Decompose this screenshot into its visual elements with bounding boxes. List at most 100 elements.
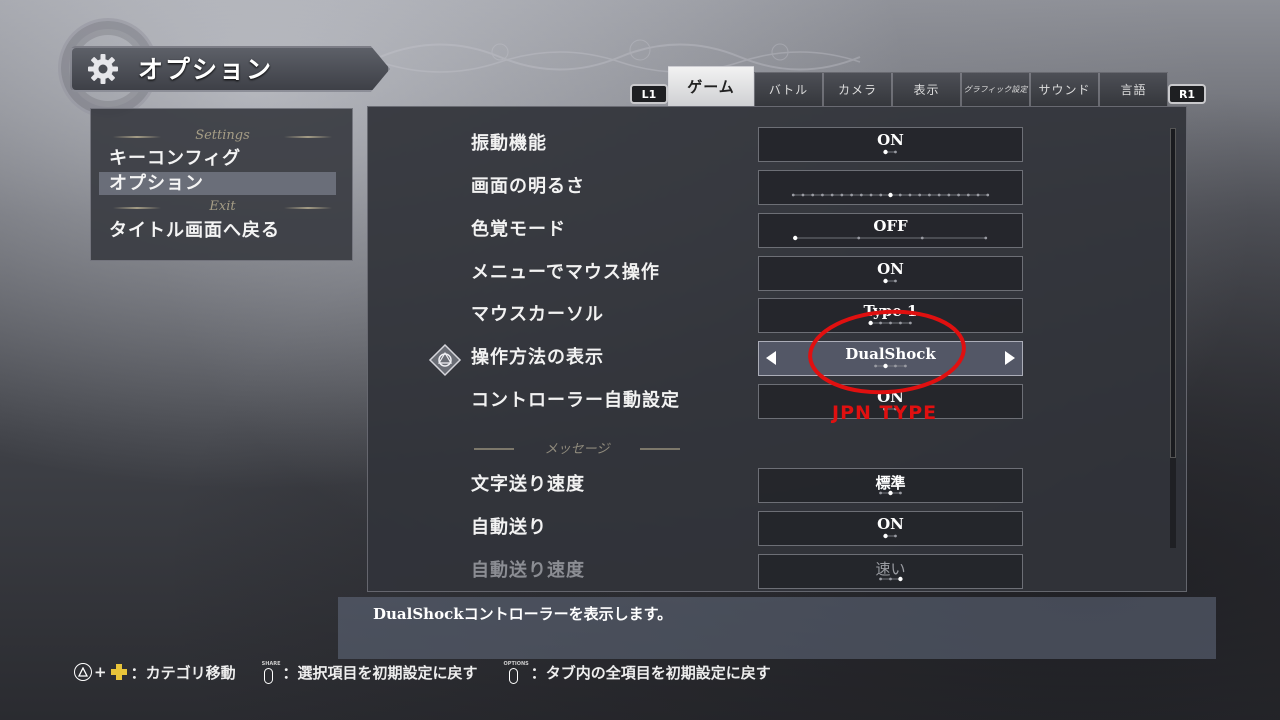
auto-advance-speed-position-indicator bbox=[879, 576, 903, 582]
options-button-icon: OPTIONS bbox=[504, 661, 529, 684]
annotation-label: JPN TYPE bbox=[832, 402, 938, 424]
page-title: オプション bbox=[138, 55, 274, 84]
menu-mouse-control-position-indicator bbox=[883, 278, 897, 284]
vibration-label: 振動機能 bbox=[471, 133, 547, 154]
vibration-dot bbox=[894, 150, 897, 154]
auto-advance-selector[interactable]: ON bbox=[758, 511, 1023, 546]
menu-mouse-control-label: メニューでマウス操作 bbox=[471, 262, 660, 283]
settings-header: Settings bbox=[91, 128, 354, 143]
text-speed-label: 文字送り速度 bbox=[471, 474, 585, 495]
menu-mouse-control-dot bbox=[894, 279, 897, 283]
brightness-dot bbox=[821, 193, 824, 197]
menu-item-options[interactable]: オプション bbox=[99, 172, 336, 195]
auto-advance-dot bbox=[894, 534, 897, 538]
brightness-dot bbox=[957, 193, 960, 197]
scrollbar-thumb[interactable] bbox=[1170, 128, 1176, 458]
hint-reset-tab-text: ：タブ内の全項目を初期設定に戻す bbox=[530, 663, 771, 682]
color-vision-mode-dot bbox=[984, 236, 988, 240]
tab-sound[interactable]: サウンド bbox=[1030, 72, 1099, 106]
brightness-dot bbox=[830, 193, 834, 197]
auto-advance-position-indicator bbox=[883, 533, 897, 539]
brightness-dot bbox=[840, 193, 844, 197]
auto-advance-speed-dot bbox=[889, 577, 892, 581]
vibration-dot bbox=[883, 149, 888, 155]
menu-mouse-control-value: ON bbox=[877, 260, 904, 278]
red-annotation-circle bbox=[808, 309, 966, 395]
vibration-selector[interactable]: ON bbox=[758, 127, 1023, 162]
category-tabs: ゲーム バトル カメラ 表示 グラフィック設定 サウンド 言語 bbox=[668, 66, 1168, 106]
left-menu: Settings キーコンフィグ オプション Exit タイトル画面へ戻る bbox=[90, 108, 353, 261]
tab-language[interactable]: 言語 bbox=[1099, 72, 1168, 106]
text-speed-dot bbox=[888, 490, 893, 496]
right-arrow-icon[interactable] bbox=[1005, 351, 1015, 365]
brightness-dot bbox=[966, 193, 970, 197]
r1-button-hint[interactable]: R1 bbox=[1168, 84, 1206, 104]
plus-sign: + bbox=[94, 663, 107, 681]
hint-category-move-text: ：カテゴリ移動 bbox=[130, 663, 236, 682]
tab-battle[interactable]: バトル bbox=[754, 72, 823, 106]
auto-advance-value: ON bbox=[877, 515, 904, 533]
brightness-dot bbox=[869, 193, 873, 197]
auto-advance-speed-dot bbox=[879, 577, 882, 581]
dpad-icon bbox=[110, 664, 127, 680]
brightness-dot bbox=[850, 193, 853, 197]
brightness-dot bbox=[811, 193, 815, 197]
text-speed-dot bbox=[899, 491, 902, 495]
left-arrow-icon[interactable] bbox=[766, 351, 776, 365]
selection-cursor-icon bbox=[428, 343, 462, 377]
description-text: DualShockコントローラーを表示します。 bbox=[373, 605, 673, 623]
text-speed-position-indicator bbox=[879, 490, 902, 496]
brightness-dot bbox=[976, 193, 980, 197]
message-section-header: メッセージ bbox=[472, 438, 682, 458]
hint-reset-tab: OPTIONS ：タブ内の全項目を初期設定に戻す bbox=[504, 661, 771, 684]
brightness-dot bbox=[908, 193, 912, 197]
auto-advance-speed-dot bbox=[898, 576, 903, 582]
color-vision-mode-dot bbox=[793, 235, 798, 241]
brightness-dot bbox=[986, 193, 990, 197]
hint-reset-selected-text: ：選択項目を初期設定に戻す bbox=[282, 663, 478, 682]
color-vision-mode-value: OFF bbox=[873, 217, 908, 235]
brightness-dot bbox=[937, 193, 941, 197]
brightness-selector[interactable] bbox=[758, 170, 1023, 205]
brightness-dot bbox=[947, 193, 951, 197]
brightness-dot bbox=[879, 193, 883, 197]
share-button-icon: SHARE bbox=[262, 661, 281, 684]
tab-graphics[interactable]: グラフィック設定 bbox=[961, 72, 1030, 106]
brightness-dot bbox=[859, 193, 863, 197]
mouse-cursor-label: マウスカーソル bbox=[471, 304, 604, 325]
brightness-label: 画面の明るさ bbox=[471, 176, 585, 197]
color-vision-mode-label: 色覚モード bbox=[471, 219, 566, 240]
brightness-dot bbox=[928, 193, 931, 197]
control-display-label: 操作方法の表示 bbox=[471, 347, 604, 368]
menu-item-key-config[interactable]: キーコンフィグ bbox=[99, 147, 336, 170]
color-vision-mode-dot bbox=[920, 236, 924, 240]
triangle-button-icon bbox=[74, 663, 92, 681]
vibration-position-indicator bbox=[883, 149, 897, 155]
menu-item-return-title[interactable]: タイトル画面へ戻る bbox=[99, 219, 336, 242]
menu-mouse-control-dot bbox=[883, 278, 888, 284]
hint-category-move: + ：カテゴリ移動 bbox=[74, 662, 236, 683]
auto-advance-dot bbox=[883, 533, 888, 539]
l1-button-hint[interactable]: L1 bbox=[630, 84, 668, 104]
brightness-dot bbox=[801, 193, 805, 197]
text-speed-dot bbox=[879, 491, 882, 495]
brightness-dot bbox=[898, 193, 902, 197]
footer-hints: + ：カテゴリ移動 SHARE ：選択項目を初期設定に戻す OPTIONS ：タ… bbox=[74, 660, 797, 684]
brightness-position-indicator bbox=[791, 192, 990, 198]
auto-advance-speed-selector: 速い bbox=[758, 554, 1023, 589]
text-speed-selector[interactable]: 標準 bbox=[758, 468, 1023, 503]
exit-header: Exit bbox=[91, 199, 354, 214]
controller-auto-setting-label: コントローラー自動設定 bbox=[471, 390, 680, 411]
color-vision-mode-selector[interactable]: OFF bbox=[758, 213, 1023, 248]
brightness-dot bbox=[791, 193, 795, 197]
tab-game[interactable]: ゲーム bbox=[668, 66, 754, 106]
hint-reset-selected: SHARE ：選択項目を初期設定に戻す bbox=[262, 661, 478, 684]
color-vision-mode-position-indicator bbox=[793, 235, 988, 241]
gear-icon bbox=[88, 54, 118, 84]
menu-mouse-control-selector[interactable]: ON bbox=[758, 256, 1023, 291]
color-vision-mode-dot bbox=[857, 236, 861, 240]
tab-camera[interactable]: カメラ bbox=[823, 72, 892, 106]
auto-advance-speed-label: 自動送り速度 bbox=[471, 560, 585, 581]
brightness-dot bbox=[888, 192, 893, 198]
tab-display[interactable]: 表示 bbox=[892, 72, 961, 106]
